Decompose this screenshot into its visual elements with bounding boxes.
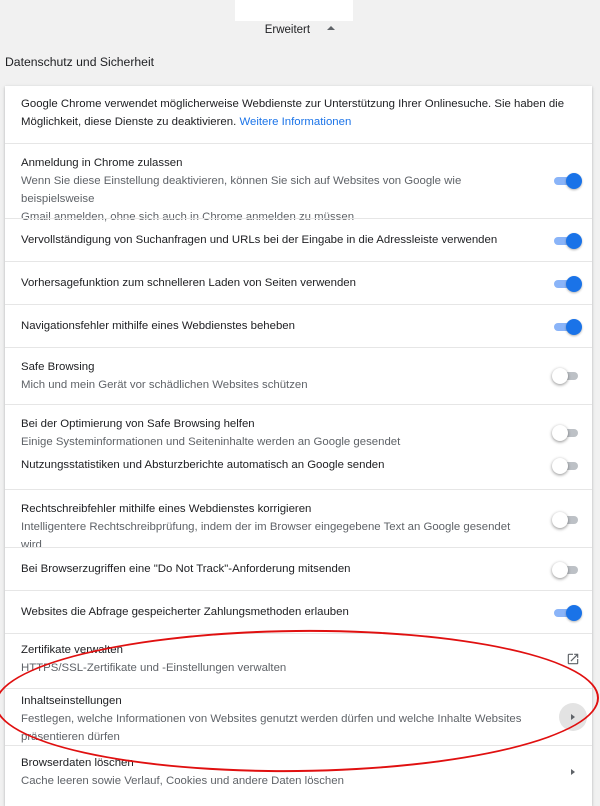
setting-text: Browserdaten löschen Cache leeren sowie … xyxy=(21,754,532,790)
setting-text: Websites die Abfrage gespeicherter Zahlu… xyxy=(21,603,532,621)
setting-desc: Einige Systeminformationen und Seiteninh… xyxy=(21,436,401,448)
setting-desc-line1: Wenn Sie diese Einstellung deaktivieren,… xyxy=(21,175,462,205)
setting-title: Vervollständigung von Suchanfragen und U… xyxy=(21,234,498,246)
setting-text: Bei der Optimierung von Safe Browsing he… xyxy=(21,415,532,451)
setting-title: Inhaltseinstellungen xyxy=(21,695,122,707)
setting-desc: Cache leeren sowie Verlauf, Cookies und … xyxy=(21,775,344,787)
setting-text: Anmeldung in Chrome zulassen Wenn Sie di… xyxy=(21,154,532,226)
learn-more-link[interactable]: Weitere Informationen xyxy=(239,116,351,128)
chevron-right-icon xyxy=(571,769,575,775)
setting-row-safe-browsing[interactable]: Safe Browsing Mich und mein Gerät vor sc… xyxy=(5,347,592,404)
setting-text: Vervollständigung von Suchanfragen und U… xyxy=(21,231,532,249)
chrome-signin-toggle[interactable] xyxy=(552,173,582,189)
setting-row-do-not-track[interactable]: Bei Browserzugriffen eine "Do Not Track"… xyxy=(5,547,592,590)
setting-text: Inhaltseinstellungen Festlegen, welche I… xyxy=(21,692,532,746)
top-bar-blank xyxy=(235,0,353,21)
safe-browsing-help-toggle[interactable] xyxy=(552,425,580,441)
advanced-toggle[interactable]: Erweitert xyxy=(0,24,600,44)
chevron-right-icon xyxy=(571,714,575,720)
setting-title: Browserdaten löschen xyxy=(21,757,134,769)
setting-desc: Mich und mein Gerät vor schädlichen Webs… xyxy=(21,379,308,391)
intro-row: Google Chrome verwendet möglicherweise W… xyxy=(5,86,592,143)
setting-row-safe-browsing-help[interactable]: Bei der Optimierung von Safe Browsing he… xyxy=(5,404,592,451)
setting-title: Anmeldung in Chrome zulassen xyxy=(21,157,183,169)
setting-title: Navigationsfehler mithilfe eines Webdien… xyxy=(21,320,295,332)
open-in-new-icon[interactable] xyxy=(566,652,580,666)
setting-title: Bei der Optimierung von Safe Browsing he… xyxy=(21,418,255,430)
setting-title: Nutzungsstatistiken und Absturzberichte … xyxy=(21,459,385,471)
setting-row-spellcheck[interactable]: Rechtschreibfehler mithilfe eines Webdie… xyxy=(5,489,592,551)
prediction-toggle[interactable] xyxy=(552,276,582,292)
clear-browsing-data-row[interactable]: Browserdaten löschen Cache leeren sowie … xyxy=(5,745,592,806)
setting-text: Nutzungsstatistiken und Absturzberichte … xyxy=(21,456,532,474)
privacy-card: Google Chrome verwendet möglicherweise W… xyxy=(5,86,592,806)
do-not-track-toggle[interactable] xyxy=(552,562,580,578)
safe-browsing-toggle[interactable] xyxy=(552,368,580,384)
setting-row-usage-stats[interactable]: Nutzungsstatistiken und Absturzberichte … xyxy=(5,451,592,489)
setting-title: Vorhersagefunktion zum schnelleren Laden… xyxy=(21,277,356,289)
content-settings-row[interactable]: Inhaltseinstellungen Festlegen, welche I… xyxy=(5,688,592,745)
setting-row-payment-methods[interactable]: Websites die Abfrage gespeicherter Zahlu… xyxy=(5,590,592,633)
setting-title: Zertifikate verwalten xyxy=(21,644,123,656)
manage-certificates-row[interactable]: Zertifikate verwalten HTTPS/SSL-Zertifik… xyxy=(5,633,592,688)
setting-text: Zertifikate verwalten HTTPS/SSL-Zertifik… xyxy=(21,641,532,677)
setting-row-chrome-signin[interactable]: Anmeldung in Chrome zulassen Wenn Sie di… xyxy=(5,143,592,223)
setting-desc-line2: präsentieren dürfen xyxy=(21,731,120,743)
autocomplete-toggle[interactable] xyxy=(552,233,582,249)
setting-row-prediction[interactable]: Vorhersagefunktion zum schnelleren Laden… xyxy=(5,261,592,304)
setting-text: Bei Browserzugriffen eine "Do Not Track"… xyxy=(21,560,532,578)
advanced-label: Erweitert xyxy=(264,24,311,36)
navigation-errors-toggle[interactable] xyxy=(552,319,582,335)
spellcheck-toggle[interactable] xyxy=(552,512,580,528)
setting-desc: HTTPS/SSL-Zertifikate und -Einstellungen… xyxy=(21,662,287,674)
setting-title: Safe Browsing xyxy=(21,361,95,373)
setting-text: Navigationsfehler mithilfe eines Webdien… xyxy=(21,317,532,335)
setting-row-navigation-errors[interactable]: Navigationsfehler mithilfe eines Webdien… xyxy=(5,304,592,347)
setting-text: Vorhersagefunktion zum schnelleren Laden… xyxy=(21,274,532,292)
content-settings-arrow-button[interactable] xyxy=(559,703,587,731)
setting-title: Bei Browserzugriffen eine "Do Not Track"… xyxy=(21,563,351,575)
setting-row-autocomplete[interactable]: Vervollständigung von Suchanfragen und U… xyxy=(5,218,592,261)
setting-desc-line1: Festlegen, welche Informationen von Webs… xyxy=(21,713,522,725)
caret-up-icon xyxy=(327,25,336,30)
payment-methods-toggle[interactable] xyxy=(552,605,582,621)
setting-title: Rechtschreibfehler mithilfe eines Webdie… xyxy=(21,503,312,515)
setting-text: Safe Browsing Mich und mein Gerät vor sc… xyxy=(21,358,532,394)
usage-stats-toggle[interactable] xyxy=(552,458,580,474)
intro-text-block: Google Chrome verwendet möglicherweise W… xyxy=(21,95,578,131)
setting-title: Websites die Abfrage gespeicherter Zahlu… xyxy=(21,606,349,618)
clear-browsing-data-arrow-button[interactable] xyxy=(559,758,587,786)
section-title: Datenschutz und Sicherheit xyxy=(5,55,155,69)
setting-text: Rechtschreibfehler mithilfe eines Webdie… xyxy=(21,500,532,554)
